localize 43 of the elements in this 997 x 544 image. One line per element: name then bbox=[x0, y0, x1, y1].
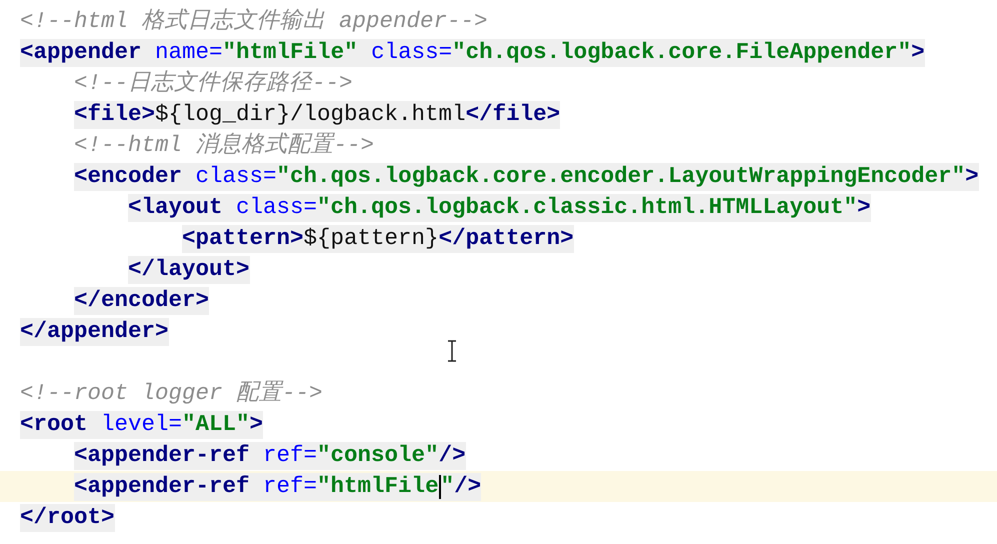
xml-tag: > bbox=[911, 36, 925, 70]
xml-tag: <pattern> bbox=[182, 222, 304, 256]
xml-tag: <root bbox=[20, 408, 88, 442]
xml-tag: <layout bbox=[128, 190, 223, 224]
attribute-value: "ALL" bbox=[182, 410, 250, 439]
xml-tag: <appender-ref bbox=[74, 438, 250, 472]
xml-tag: </layout> bbox=[128, 252, 250, 286]
attribute-name: class= bbox=[235, 192, 318, 222]
xml-tag: <appender-ref bbox=[74, 470, 250, 504]
attribute-name: name= bbox=[154, 38, 223, 67]
xml-tag: </pattern> bbox=[438, 222, 574, 256]
xml-tag: <encoder bbox=[74, 160, 182, 194]
attribute-value: "htmlFile" bbox=[222, 38, 358, 67]
xml-tag: > bbox=[857, 190, 871, 224]
xml-tag: <appender bbox=[20, 36, 142, 70]
attribute-value: "ch.qos.logback.core.FileAppender" bbox=[452, 38, 912, 67]
attribute-value: "ch.qos.logback.core.encoder.LayoutWrappingEncoder" bbox=[276, 162, 966, 191]
attribute-name: class= bbox=[370, 38, 452, 67]
attribute-value: "htmlFile bbox=[317, 472, 439, 501]
code-comment: <!--html 格式日志文件输出 appender--> bbox=[20, 6, 488, 36]
text-cursor-icon bbox=[447, 340, 457, 362]
xml-tag: </appender> bbox=[20, 314, 169, 348]
xml-tag: <file> bbox=[74, 98, 156, 132]
attribute-value: "console" bbox=[317, 440, 439, 470]
tag-text: ${pattern} bbox=[304, 224, 439, 253]
attribute-name: ref= bbox=[262, 440, 318, 470]
xml-tag: > bbox=[250, 408, 264, 442]
text-caret bbox=[438, 474, 441, 498]
attribute-name: level= bbox=[100, 410, 182, 439]
xml-tag: /> bbox=[438, 438, 466, 472]
code-comment: <!--日志文件保存路径--> bbox=[74, 68, 353, 98]
code-comment: <!--root logger 配置--> bbox=[20, 378, 323, 408]
tag-text: ${log_dir}/logback.html bbox=[155, 100, 466, 129]
attribute-value: "ch.qos.logback.classic.html.HTMLLayout" bbox=[317, 192, 858, 222]
xml-tag: </file> bbox=[466, 98, 560, 132]
xml-tag: /> bbox=[454, 470, 482, 504]
code-comment: <!--html 消息格式配置--> bbox=[74, 130, 374, 160]
xml-tag: </encoder> bbox=[74, 284, 210, 318]
attribute-name: ref= bbox=[262, 472, 318, 501]
xml-tag: </root> bbox=[20, 500, 115, 534]
attribute-value: " bbox=[440, 472, 454, 501]
attribute-name: class= bbox=[194, 162, 277, 191]
xml-tag: > bbox=[965, 160, 979, 194]
